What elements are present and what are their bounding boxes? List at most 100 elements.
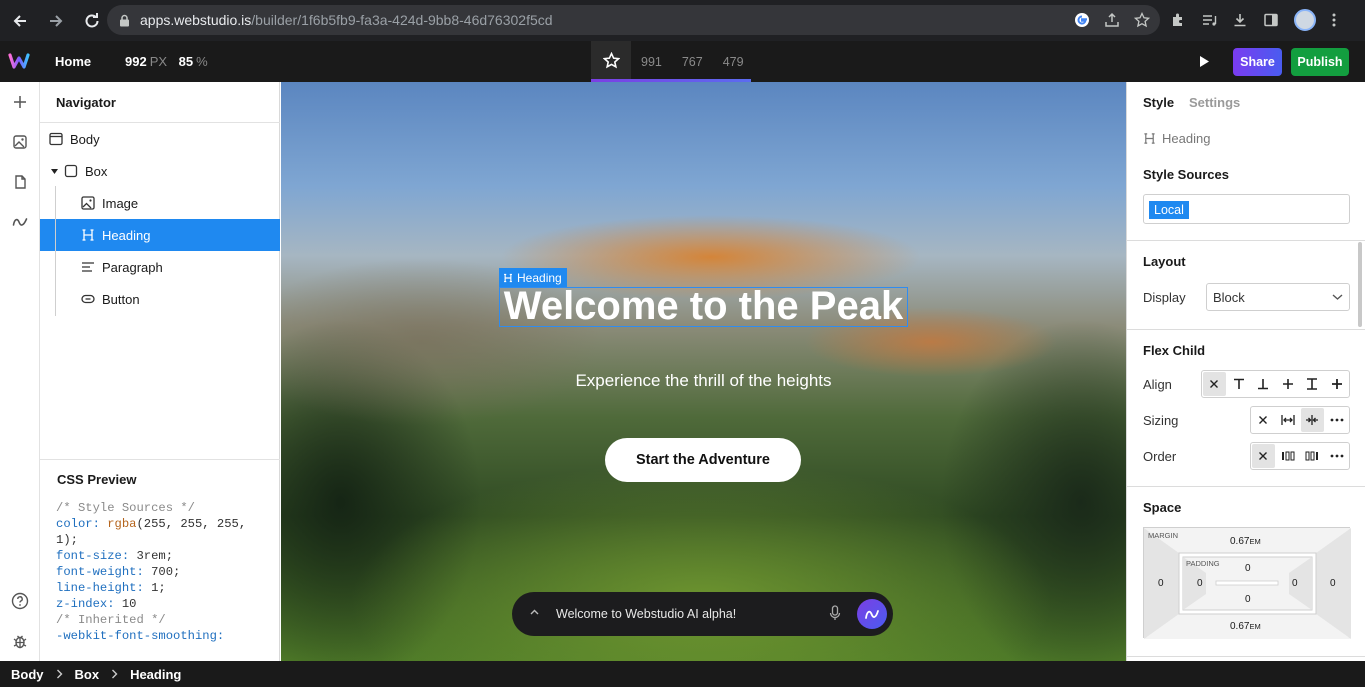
align-stretch-icon[interactable] xyxy=(1301,372,1324,396)
panel-scrollbar[interactable] xyxy=(1358,242,1362,327)
add-component-icon[interactable] xyxy=(10,92,30,112)
padding-label: PADDING xyxy=(1186,559,1220,568)
display-select[interactable]: Block xyxy=(1206,283,1350,311)
page-selector[interactable]: Home xyxy=(55,54,91,69)
tree-item-box[interactable]: Box xyxy=(40,155,280,187)
padding-bottom-value[interactable]: 0 xyxy=(1245,594,1251,605)
pages-icon[interactable] xyxy=(10,172,30,192)
css-val: 1; xyxy=(151,581,166,595)
reload-icon[interactable] xyxy=(76,5,108,37)
publish-button[interactable]: Publish xyxy=(1291,48,1349,76)
tree-item-body[interactable]: Body xyxy=(40,123,280,155)
more-vert-icon[interactable] xyxy=(1331,12,1337,28)
sizing-none-icon[interactable] xyxy=(1252,408,1275,432)
padding-left-value[interactable]: 0 xyxy=(1197,578,1203,589)
selection-outline xyxy=(499,287,908,327)
tree-item-label: Button xyxy=(102,291,140,307)
webstudio-logo-icon[interactable] xyxy=(8,51,30,71)
selection-label: Heading xyxy=(499,268,567,287)
space-section-title[interactable]: Space xyxy=(1143,500,1181,515)
padding-top-value[interactable]: 0 xyxy=(1245,563,1251,574)
tree-item-paragraph[interactable]: Paragraph xyxy=(40,251,280,283)
base-breakpoint-star-icon[interactable] xyxy=(591,41,631,82)
share-page-icon[interactable] xyxy=(1104,12,1120,28)
cta-button[interactable]: Start the Adventure xyxy=(605,438,801,482)
canvas-width-unit: PX xyxy=(149,54,168,69)
heading-icon xyxy=(80,227,96,243)
align-none-icon[interactable] xyxy=(1203,372,1226,396)
sizing-shrink-icon[interactable] xyxy=(1301,408,1324,432)
more-horizontal-icon[interactable] xyxy=(1326,408,1349,432)
side-panel-icon[interactable] xyxy=(1263,12,1279,28)
media-icon[interactable] xyxy=(1201,12,1217,28)
google-icon[interactable] xyxy=(1074,12,1090,28)
tree-item-heading[interactable]: Heading xyxy=(40,219,280,251)
canvas-size-readout[interactable]: 992 PX 85% xyxy=(125,54,208,69)
style-sources-input[interactable]: Local xyxy=(1143,194,1350,224)
css-comment: /* Inherited */ xyxy=(56,613,166,627)
debug-bug-icon[interactable] xyxy=(10,631,30,651)
tab-settings[interactable]: Settings xyxy=(1189,95,1240,110)
back-icon[interactable] xyxy=(4,5,36,37)
breakpoint-991[interactable]: 991 xyxy=(631,41,672,82)
margin-right-value[interactable]: 0 xyxy=(1330,578,1336,589)
ai-prompt-bar[interactable]: Welcome to Webstudio AI alpha! xyxy=(512,592,893,636)
more-horizontal-icon[interactable] xyxy=(1326,444,1349,468)
css-fn: rgba xyxy=(107,517,137,531)
microphone-icon[interactable] xyxy=(829,605,841,622)
lock-icon xyxy=(119,14,130,27)
extensions-icon[interactable] xyxy=(1170,12,1186,28)
tree-item-label: Heading xyxy=(102,227,151,243)
tab-style[interactable]: Style xyxy=(1143,95,1174,110)
preview-play-icon[interactable] xyxy=(1198,55,1210,68)
breakpoint-767[interactable]: 767 xyxy=(672,41,713,82)
align-start-icon[interactable] xyxy=(1228,372,1251,396)
builder-topbar: Home 992 PX 85% 991 767 479 Share Publish xyxy=(0,41,1365,82)
browser-chrome: apps.webstudio.is/builder/1f6b5fb9-fa3a-… xyxy=(0,0,1365,41)
display-label: Display xyxy=(1143,290,1186,305)
hero-paragraph[interactable]: Experience the thrill of the heights xyxy=(281,371,1126,391)
style-sources-title: Style Sources xyxy=(1143,167,1229,182)
breadcrumb: Body Box Heading xyxy=(0,661,1365,687)
chevron-down-icon[interactable] xyxy=(50,167,59,176)
css-preview-code: /* Style Sources */ color: rgba(255, 255… xyxy=(56,500,271,644)
image-icon xyxy=(80,195,96,211)
margin-left-value[interactable]: 0 xyxy=(1158,578,1164,589)
margin-top-value[interactable]: 0.67EM xyxy=(1230,536,1261,547)
align-baseline-icon[interactable] xyxy=(1326,372,1349,396)
sizing-grow-icon[interactable] xyxy=(1277,408,1300,432)
order-last-icon[interactable] xyxy=(1301,444,1324,468)
layout-section-title[interactable]: Layout xyxy=(1143,254,1186,269)
margin-bottom-value[interactable]: 0.67EM xyxy=(1230,621,1261,632)
breadcrumb-item-heading[interactable]: Heading xyxy=(130,667,181,682)
tree-item-button[interactable]: Button xyxy=(40,283,280,315)
assets-icon[interactable] xyxy=(10,132,30,152)
download-icon[interactable] xyxy=(1232,12,1248,28)
ai-prompt-text[interactable]: Welcome to Webstudio AI alpha! xyxy=(556,607,736,621)
style-source-chip[interactable]: Local xyxy=(1149,201,1189,219)
chevron-up-icon[interactable] xyxy=(529,607,540,618)
breadcrumb-item-box[interactable]: Box xyxy=(75,667,100,682)
tree-item-image[interactable]: Image xyxy=(40,187,280,219)
address-bar[interactable]: apps.webstudio.is/builder/1f6b5fb9-fa3a-… xyxy=(107,5,1160,35)
bookmark-star-icon[interactable] xyxy=(1134,12,1150,28)
help-icon[interactable] xyxy=(10,591,30,611)
divider xyxy=(1127,240,1365,241)
ai-logo-icon[interactable] xyxy=(10,212,30,232)
ai-submit-icon[interactable] xyxy=(857,599,887,629)
flex-child-section-title[interactable]: Flex Child xyxy=(1143,343,1205,358)
extensions-area xyxy=(1170,5,1337,35)
design-canvas[interactable]: Welcome to the Peak Heading Experience t… xyxy=(281,82,1126,661)
breadcrumb-item-body[interactable]: Body xyxy=(11,667,44,682)
forward-icon[interactable] xyxy=(40,5,72,37)
tree-item-label: Body xyxy=(70,131,100,147)
align-end-icon[interactable] xyxy=(1252,372,1275,396)
padding-right-value[interactable]: 0 xyxy=(1292,578,1298,589)
order-first-icon[interactable] xyxy=(1277,444,1300,468)
breakpoint-479[interactable]: 479 xyxy=(713,41,754,82)
share-button[interactable]: Share xyxy=(1233,48,1282,76)
align-center-icon[interactable] xyxy=(1277,372,1300,396)
order-none-icon[interactable] xyxy=(1252,444,1275,468)
css-comment: /* Style Sources */ xyxy=(56,501,195,515)
profile-avatar[interactable] xyxy=(1294,9,1316,31)
